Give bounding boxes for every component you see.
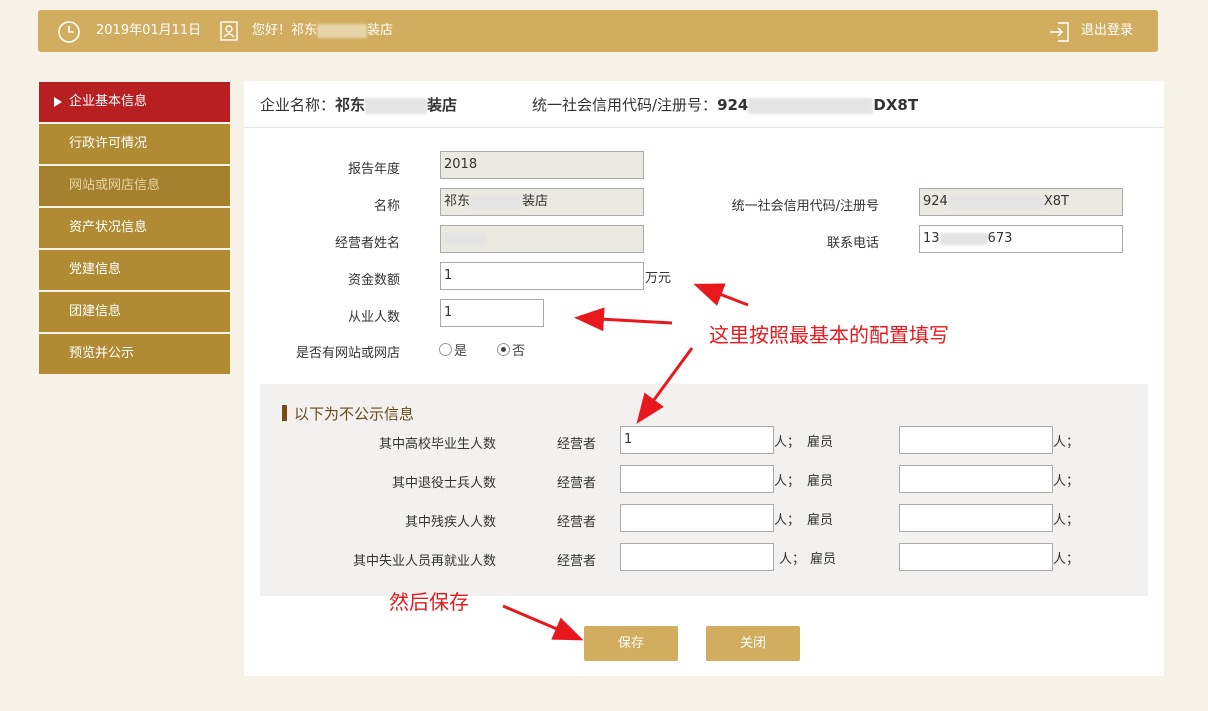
triangle-right-icon xyxy=(54,97,62,107)
current-date: 2019年01月11日 xyxy=(96,23,202,38)
sidebar-item-preview-publish[interactable]: 预览并公示 xyxy=(39,334,230,374)
main-panel: 企业名称：祁东 装店 统一社会信用代码/注册号：924 DX8T 报告年度 2018… xyxy=(244,81,1164,676)
capital-input[interactable]: 1 xyxy=(440,262,644,290)
sidebar-nav: 企业基本信息 行政许可情况 网站或网店信息 资产状况信息 党建信息 团建信息 预… xyxy=(39,82,230,376)
radio-checked-icon xyxy=(497,343,510,356)
website-yes-radio[interactable]: 是 xyxy=(439,340,467,359)
veterans-employee-input[interactable] xyxy=(899,465,1053,493)
save-note-annotation: 然后保存 xyxy=(389,590,469,614)
greeting: 您好！祁东 装店 xyxy=(252,23,394,38)
clock-icon xyxy=(58,21,80,43)
sidebar-item-asset-info[interactable]: 资产状况信息 xyxy=(39,208,230,248)
radio-unchecked-icon xyxy=(439,343,452,356)
person-unit: 人； xyxy=(1053,435,1080,450)
company-credit-code: 统一社会信用代码/注册号：924 DX8T xyxy=(532,96,919,114)
name-field: 祁东 装店 xyxy=(440,188,644,216)
operator-label: 经营者 xyxy=(556,476,596,491)
staff-count-label: 从业人数 xyxy=(347,310,400,325)
company-name: 企业名称：祁东 装店 xyxy=(260,96,458,114)
employee-label: 雇员 xyxy=(810,552,837,567)
person-unit: 人； xyxy=(1053,552,1080,567)
capital-unit: 万元 xyxy=(645,271,672,286)
close-button[interactable]: 关闭 xyxy=(706,626,800,661)
top-bar: 2019年01月11日 您好！祁东 装店 退出登录 xyxy=(38,10,1158,52)
person-unit: 人； xyxy=(1053,513,1080,528)
capital-label: 资金数额 xyxy=(347,273,400,288)
save-button[interactable]: 保存 xyxy=(584,626,678,661)
report-year-field: 2018 xyxy=(440,151,644,179)
veterans-label: 其中退役士兵人数 xyxy=(391,476,496,491)
sidebar-item-basic-info[interactable]: 企业基本信息 xyxy=(39,82,230,122)
graduates-employee-input[interactable] xyxy=(899,426,1053,454)
graduates-operator-input[interactable]: 1 xyxy=(620,426,774,454)
operator-name-label: 经营者姓名 xyxy=(334,236,400,251)
redacted-area xyxy=(317,23,368,38)
reemployed-employee-input[interactable] xyxy=(899,543,1053,571)
person-unit: 人； xyxy=(774,513,801,528)
graduates-label: 其中高校毕业生人数 xyxy=(378,437,496,452)
credit-code-field: 924 X8T xyxy=(919,188,1123,216)
phone-input[interactable]: 13 673 xyxy=(919,225,1123,253)
person-unit: 人； xyxy=(1053,474,1080,489)
operator-name-field xyxy=(440,225,644,253)
operator-label: 经营者 xyxy=(556,554,596,569)
disabled-label: 其中残疾人人数 xyxy=(404,515,496,530)
company-header: 企业名称：祁东 装店 统一社会信用代码/注册号：924 DX8T xyxy=(244,81,1164,128)
private-info-section: 以下为不公示信息 其中高校毕业生人数 经营者 1 人； 雇员 人； 其中退役士兵… xyxy=(260,384,1148,596)
employee-label: 雇员 xyxy=(807,435,834,450)
reemployed-label: 其中失业人员再就业人数 xyxy=(352,554,496,569)
person-unit: 人； xyxy=(779,552,806,567)
reemployed-operator-input[interactable] xyxy=(620,543,774,571)
sidebar-item-admin-license[interactable]: 行政许可情况 xyxy=(39,124,230,164)
operator-label: 经营者 xyxy=(556,515,596,530)
config-note-annotation: 这里按照最基本的配置填写 xyxy=(709,323,949,347)
disabled-operator-input[interactable] xyxy=(620,504,774,532)
employee-label: 雇员 xyxy=(807,513,834,528)
website-no-radio[interactable]: 否 xyxy=(497,340,525,359)
disabled-employee-input[interactable] xyxy=(899,504,1053,532)
credit-code-label: 统一社会信用代码/注册号 xyxy=(731,199,879,214)
person-unit: 人； xyxy=(774,474,801,489)
operator-label: 经营者 xyxy=(556,437,596,452)
employee-label: 雇员 xyxy=(807,474,834,489)
person-unit: 人； xyxy=(774,435,801,450)
sidebar-item-league-info[interactable]: 团建信息 xyxy=(39,292,230,332)
report-year-label: 报告年度 xyxy=(347,162,400,177)
staff-count-input[interactable]: 1 xyxy=(440,299,544,327)
veterans-operator-input[interactable] xyxy=(620,465,774,493)
sidebar-item-website-info[interactable]: 网站或网店信息 xyxy=(39,166,230,206)
website-question-label: 是否有网站或网店 xyxy=(295,346,400,361)
private-info-title: 以下为不公示信息 xyxy=(282,403,414,424)
phone-label: 联系电话 xyxy=(826,236,879,251)
logout-link[interactable]: 退出登录 xyxy=(1081,10,1133,52)
sidebar-item-party-info[interactable]: 党建信息 xyxy=(39,250,230,290)
logout-icon[interactable] xyxy=(1048,20,1072,44)
user-icon xyxy=(220,21,238,41)
name-label: 名称 xyxy=(373,199,400,214)
